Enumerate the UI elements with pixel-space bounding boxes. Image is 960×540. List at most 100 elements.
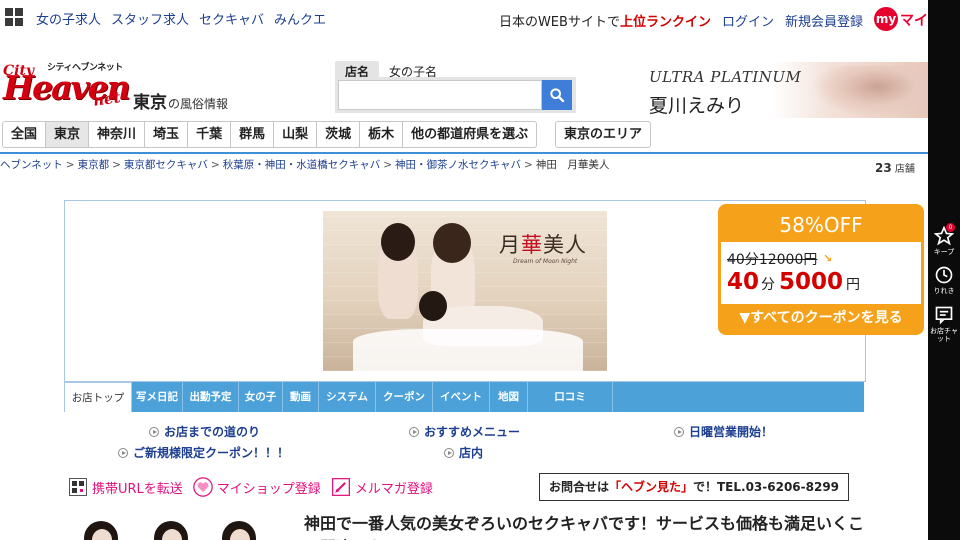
contact-phone-box[interactable]: お問合せは「ヘブン見た」で！TEL.03-6206-8299 xyxy=(539,473,849,501)
header-divider xyxy=(0,152,928,154)
shop-tab-top[interactable]: お店トップ xyxy=(64,382,132,412)
coupon-price-value: 5000 xyxy=(779,269,844,295)
breadcrumb: ヘブンネット > 東京都 > 東京都セクキャバ > 秋葉原・神田・水道橋セクキャバ > 神田・御… xyxy=(0,157,609,172)
feature-link[interactable]: ご新規様限定クーポン！！！ xyxy=(118,444,289,461)
contact-phone: で！TEL.03-6206-8299 xyxy=(692,480,840,494)
pref-ibaraki[interactable]: 茨城 xyxy=(317,121,361,148)
breadcrumb-item[interactable]: 東京都 xyxy=(78,159,110,171)
shop-tab-diary[interactable]: 写メ日記 xyxy=(132,382,183,412)
search-icon xyxy=(550,88,565,103)
breadcrumb-sep: > xyxy=(524,159,533,171)
mail-magazine-link[interactable]: メルマガ登録 xyxy=(331,477,433,497)
pref-tochigi[interactable]: 栃木 xyxy=(360,121,404,148)
contact-prefix: お問合せは xyxy=(548,480,609,494)
shop-count-number: 23 xyxy=(875,161,892,175)
rank-text[interactable]: 日本のWEBサイトで上位ランクイン xyxy=(499,11,711,30)
feature-link[interactable]: おすすめメニュー xyxy=(409,423,520,440)
pref-gunma[interactable]: 群馬 xyxy=(231,121,275,148)
shop-tab-schedule[interactable]: 出勤予定 xyxy=(183,382,239,412)
feature-link-label: おすすめメニュー xyxy=(424,425,521,439)
keep-label: キープ xyxy=(933,248,955,256)
feature-link[interactable]: お店までの道のり xyxy=(149,423,260,440)
shop-logo-sub: Dream of Moon Night xyxy=(513,258,578,265)
pref-saitama[interactable]: 埼玉 xyxy=(145,121,189,148)
pref-yamanashi[interactable]: 山梨 xyxy=(274,121,318,148)
pref-kanagawa[interactable]: 神奈川 xyxy=(89,121,146,148)
my-shop-register-link[interactable]: マイショップ登録 xyxy=(193,477,321,497)
shop-tab-coupon[interactable]: クーポン xyxy=(376,382,433,412)
mail-magazine-label: メルマガ登録 xyxy=(354,481,433,497)
prefecture-nav: 全国 東京 神奈川 埼玉 千葉 群馬 山梨 茨城 栃木 他の都道府県を選ぶ xyxy=(2,121,538,148)
my-menu-button[interactable]: my マイ xyxy=(874,7,928,31)
pref-tokyo[interactable]: 東京 xyxy=(46,121,90,148)
circle-arrow-icon xyxy=(409,426,419,437)
breadcrumb-item[interactable]: 神田・御茶ノ水セクキャバ xyxy=(395,159,521,171)
tokyo-area-button[interactable]: 東京のエリア xyxy=(555,121,652,148)
shop-tab-review[interactable]: 口コミ xyxy=(528,382,613,412)
keep-button[interactable]: 0 キープ xyxy=(928,223,960,256)
coupon-yen-unit: 円 xyxy=(846,277,861,293)
banner-girl-name: 夏川えみり xyxy=(649,95,745,117)
pref-other[interactable]: 他の都道府県を選ぶ xyxy=(403,121,538,148)
coupon-original-price: 40分12000円 xyxy=(727,252,818,268)
history-button[interactable]: りれき xyxy=(928,265,960,295)
login-link[interactable]: ログイン xyxy=(722,11,774,30)
coupon-box[interactable]: 58%OFF 40分12000円 ↘ 40 分 5000 円 ▼すべてのクーポンを見る xyxy=(718,204,924,335)
search-button[interactable] xyxy=(542,80,572,110)
menu-grid-icon[interactable] xyxy=(5,8,23,26)
shop-tabs: お店トップ 写メ日記 出勤予定 女の子 動画 システム クーポン イベント 地図… xyxy=(64,382,864,412)
send-mobile-url-label: 携帯URLを転送 xyxy=(92,481,183,497)
region-suffix: の風俗情報 xyxy=(168,97,229,111)
shop-logo-part: 美人 xyxy=(543,233,587,257)
image-figure xyxy=(419,291,447,321)
breadcrumb-item[interactable]: 東京都セクキャバ xyxy=(124,159,208,171)
banner-brand: ULTRA PLATINUM xyxy=(649,68,802,86)
top-link-minkue[interactable]: みんクエ xyxy=(274,9,326,28)
shop-catchcopy: 神田で一番人気の美女ぞろいのセクキャバです！サービスも価格も満足いくこと間違いな… xyxy=(304,514,865,540)
pref-zenkoku[interactable]: 全国 xyxy=(2,121,47,148)
ad-banner-ultra-platinum[interactable]: ULTRA PLATINUM 夏川えみり xyxy=(645,62,928,118)
shop-logo: 月華美人 xyxy=(499,229,587,259)
breadcrumb-sep: > xyxy=(210,159,220,171)
top-link-staff-recruit[interactable]: スタッフ求人 xyxy=(111,9,189,28)
shop-tab-video[interactable]: 動画 xyxy=(283,382,319,412)
feature-link-label: 店内 xyxy=(459,446,484,460)
image-figure xyxy=(381,223,415,261)
breadcrumb-item[interactable]: 秋葉原・神田・水道橋セクキャバ xyxy=(223,159,381,171)
shop-tab-event[interactable]: イベント xyxy=(433,382,490,412)
my-badge-text: マイ xyxy=(900,13,928,29)
breadcrumb-sep: > xyxy=(112,159,121,171)
feature-link[interactable]: 日曜営業開始！ xyxy=(674,423,773,440)
chat-button[interactable]: お店チャット xyxy=(928,305,960,343)
search-input[interactable] xyxy=(338,80,542,110)
pref-chiba[interactable]: 千葉 xyxy=(188,121,232,148)
coupon-new-price: 40 分 5000 円 xyxy=(727,269,860,295)
shop-logo-part: 華 xyxy=(521,233,543,257)
region-title: 東京の風俗情報 xyxy=(133,88,228,113)
shop-main-image[interactable]: 月華美人 Dream of Moon Night xyxy=(323,211,607,371)
cityheaven-logo[interactable]: シティヘブンネット City Heaven net xyxy=(3,60,131,110)
history-label: りれき xyxy=(933,287,955,295)
shop-tab-map[interactable]: 地図 xyxy=(490,382,528,412)
shop-tab-girls[interactable]: 女の子 xyxy=(239,382,283,412)
chat-label: お店チャット xyxy=(930,327,958,343)
circle-arrow-icon xyxy=(149,426,159,437)
breadcrumb-item[interactable]: ヘブンネット xyxy=(0,159,63,171)
utility-links: 携帯URLを転送 マイショップ登録 メルマガ登録 xyxy=(68,477,443,497)
all-coupons-link[interactable]: ▼すべてのクーポンを見る xyxy=(718,307,924,327)
qr-code-icon xyxy=(68,477,88,497)
feature-link-label: 日曜営業開始！ xyxy=(689,425,774,439)
coupon-minute-unit: 分 xyxy=(761,277,776,293)
send-mobile-url-link[interactable]: 携帯URLを転送 xyxy=(68,477,183,497)
register-link[interactable]: 新規会員登録 xyxy=(785,11,863,30)
shop-girls-photo[interactable] xyxy=(66,515,286,540)
circle-arrow-icon xyxy=(674,426,684,437)
shop-logo-part: 月 xyxy=(499,233,521,257)
shop-tab-system[interactable]: システム xyxy=(319,382,376,412)
top-link-sekucaba[interactable]: セクキャバ xyxy=(199,9,264,28)
circle-arrow-icon xyxy=(444,447,454,458)
top-link-girls-recruit[interactable]: 女の子求人 xyxy=(36,9,101,28)
rank-highlight: 上位ランクイン xyxy=(619,14,711,30)
region-name: 東京 xyxy=(133,93,167,113)
feature-link[interactable]: 店内 xyxy=(444,444,483,461)
